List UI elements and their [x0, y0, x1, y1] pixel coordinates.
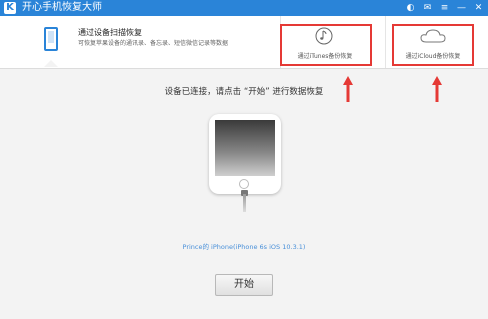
- close-button[interactable]: ✕: [473, 1, 484, 15]
- start-button[interactable]: 开始: [215, 274, 273, 296]
- title-bar: K 开心手机恢复大师 ◐ ✉ ≡ — ✕: [0, 0, 488, 16]
- icloud-highlight-box: [392, 24, 474, 66]
- connection-status: 设备已连接，请点击 “开始” 进行数据恢复: [164, 87, 324, 97]
- usb-cable: [243, 194, 246, 212]
- divider: [385, 16, 386, 68]
- phone-screen: [215, 120, 275, 176]
- device-info: Prince的 iPhone(iPhone 6s iOS 10.3.1): [182, 243, 306, 251]
- window-controls: ◐ ✉ ≡ — ✕: [405, 1, 484, 15]
- active-tab-indicator: [44, 60, 58, 67]
- menu-icon[interactable]: ≡: [439, 1, 450, 15]
- home-button-icon: [239, 179, 249, 189]
- app-title: 开心手机恢复大师: [22, 2, 102, 13]
- itunes-highlight-box: [280, 24, 372, 66]
- app-logo: K: [4, 2, 16, 14]
- wechat-icon[interactable]: ◐: [405, 1, 416, 15]
- minimize-button[interactable]: —: [456, 1, 467, 15]
- phone-icon: [44, 27, 58, 51]
- message-icon[interactable]: ✉: [422, 1, 433, 15]
- tab-device-scan-title: 通过设备扫描恢复: [78, 28, 142, 37]
- phone-illustration: [209, 114, 281, 194]
- tab-device-scan-description: 可恢复苹果设备的通讯录、备忘录、短信微信记录等数据: [78, 40, 229, 47]
